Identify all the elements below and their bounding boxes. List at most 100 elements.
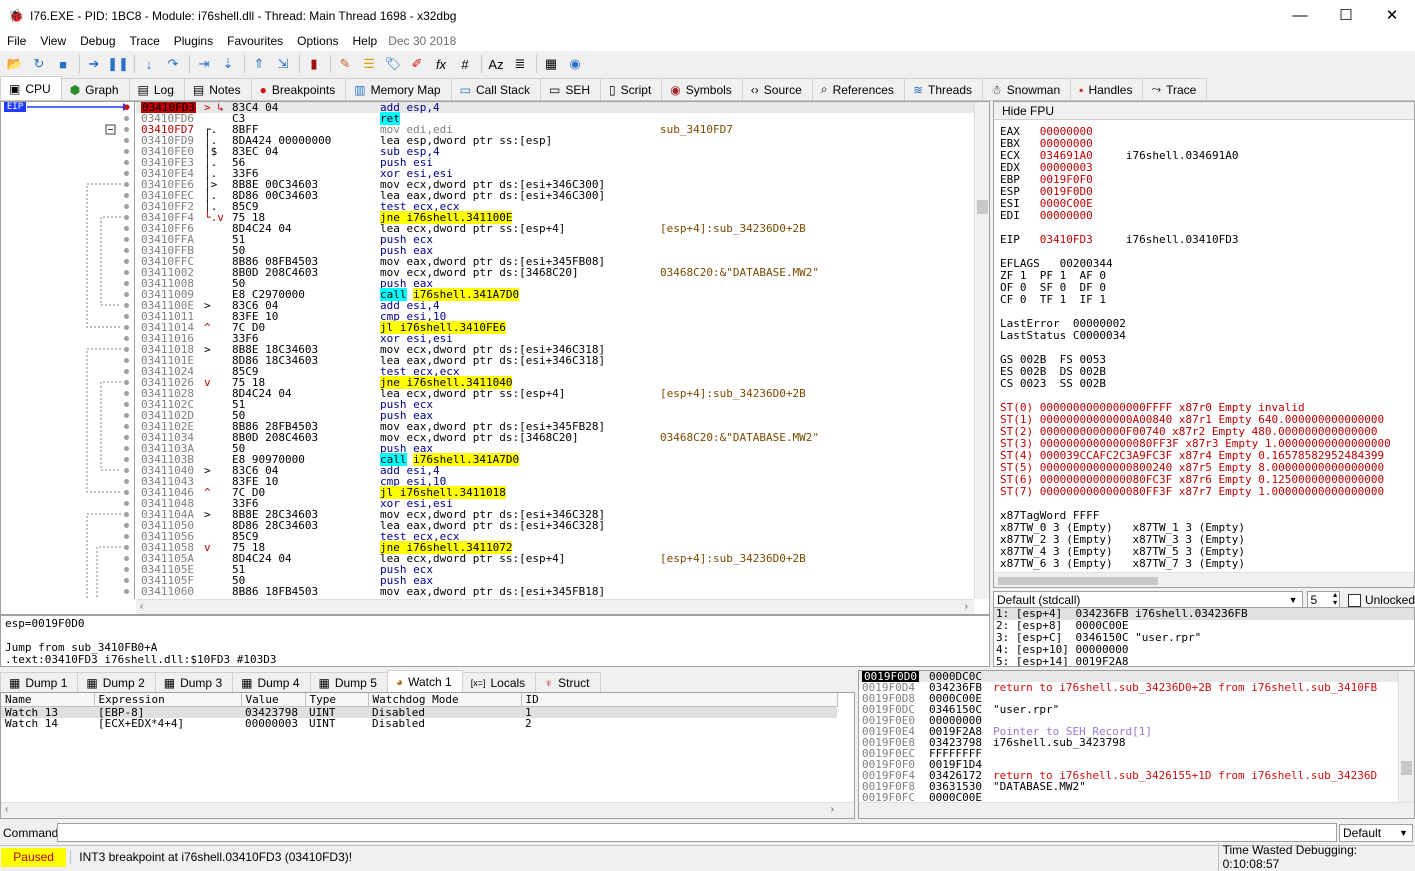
tab-graph[interactable]: ⬢ Graph bbox=[60, 78, 130, 100]
stack-hscroll[interactable] bbox=[859, 802, 1414, 818]
font-icon[interactable]: Aᴢ bbox=[485, 53, 507, 75]
tab-dump-2[interactable]: ▦ Dump 2 bbox=[77, 672, 156, 692]
breakpoint-dot[interactable] bbox=[124, 204, 129, 209]
hash-icon[interactable]: # bbox=[454, 53, 476, 75]
breakpoint-dot[interactable] bbox=[124, 512, 129, 517]
breakpoint-dot[interactable] bbox=[124, 160, 129, 165]
minimize-button[interactable]: — bbox=[1277, 0, 1323, 31]
breakpoint-dot[interactable] bbox=[124, 402, 129, 407]
breakpoint-dot[interactable] bbox=[124, 490, 129, 495]
run-icon[interactable]: ➔ bbox=[83, 53, 105, 75]
tab-source[interactable]: ‹› Source bbox=[741, 78, 813, 100]
tab-references[interactable]: ⌕ References bbox=[811, 78, 905, 100]
disassembly-listing[interactable]: 03410FD3 > ↳ 83C4 04 add esp,4 03410FD6 C3 ret… bbox=[136, 102, 974, 599]
calculator-icon[interactable]: ▦ bbox=[540, 53, 562, 75]
col-expression[interactable]: Expression bbox=[94, 693, 242, 707]
command-mode-select[interactable]: Default ▼ bbox=[1339, 823, 1413, 842]
breakpoint-dot[interactable] bbox=[124, 534, 129, 539]
register-eip[interactable]: EIP 03410FD3 i76shell.03410FD3 bbox=[994, 234, 1414, 246]
breakpoint-dot[interactable] bbox=[124, 215, 129, 220]
col-value[interactable]: Value bbox=[241, 693, 306, 707]
hide-fpu-button[interactable]: Hide FPU bbox=[994, 102, 1414, 120]
tab-snowman[interactable]: ☃ Snowman bbox=[982, 78, 1072, 100]
breakpoint-dot[interactable] bbox=[124, 435, 129, 440]
breakpoint-dot[interactable] bbox=[124, 391, 129, 396]
tab-dump-5[interactable]: ▦ Dump 5 bbox=[309, 672, 388, 692]
flags-row[interactable]: CF 0 TF 1 IF 1 bbox=[994, 294, 1414, 306]
disasm-vscroll[interactable] bbox=[974, 102, 989, 599]
regs-hscroll[interactable] bbox=[994, 572, 1414, 587]
disasm-row[interactable]: 03411060 8B86 18FB4503 mov eax,dword ptr d… bbox=[136, 586, 974, 597]
close-debuggee-icon[interactable]: ■ bbox=[52, 53, 74, 75]
tab-watch-1[interactable]: ◕ Watch 1 bbox=[386, 670, 463, 692]
breakpoint-dot[interactable] bbox=[124, 325, 129, 330]
tab-dump-4[interactable]: ▦ Dump 4 bbox=[232, 672, 311, 692]
register-edi[interactable]: EDI 00000000 bbox=[994, 210, 1414, 222]
tab-breakpoints[interactable]: ● Breakpoints bbox=[250, 78, 347, 100]
col-id[interactable]: ID bbox=[521, 693, 838, 707]
tab-script[interactable]: ▯ Script bbox=[600, 78, 663, 100]
breakpoint-dot[interactable] bbox=[124, 545, 129, 550]
tab-cpu[interactable]: ▣ CPU bbox=[0, 76, 62, 100]
breakpoint-dot[interactable] bbox=[124, 424, 129, 429]
breakpoint-dot[interactable] bbox=[124, 270, 129, 275]
scroll-left-icon[interactable]: ‹ bbox=[140, 601, 143, 612]
breakpoint-dot[interactable] bbox=[124, 589, 129, 594]
col-type[interactable]: Type bbox=[305, 693, 369, 707]
comments-icon[interactable]: ☰ bbox=[358, 53, 380, 75]
disasm-row[interactable]: 03411046 ^ 7C D0 jl i76shell.3411018 bbox=[136, 486, 974, 499]
breakpoint-dot[interactable] bbox=[124, 127, 129, 132]
disasm-row[interactable]: 03410FF6 8D4C24 04 lea ecx,dword ptr ss:[e… bbox=[136, 223, 974, 234]
disasm-row[interactable]: 03411050 8D86 28C34603 lea eax,dword ptr d… bbox=[136, 520, 974, 531]
tab-notes[interactable]: ▤ Notes bbox=[183, 78, 252, 100]
breakpoint-dot[interactable] bbox=[124, 138, 129, 143]
watch-hscroll[interactable]: ‹ › bbox=[1, 802, 854, 818]
step-over-icon[interactable]: ↷ bbox=[162, 53, 184, 75]
run-to-user-code-icon[interactable]: ⇲ bbox=[272, 53, 294, 75]
tab-locals[interactable]: [x=] Locals bbox=[461, 672, 537, 692]
breakpoint-dot[interactable] bbox=[124, 369, 129, 374]
disasm-row[interactable]: 0341102C 51 push ecx bbox=[136, 399, 974, 410]
disasm-hscroll[interactable]: ‹ › bbox=[136, 599, 974, 614]
tab-seh[interactable]: ▭ SEH bbox=[539, 78, 601, 100]
disasm-row[interactable]: 0341105A 8D4C24 04 lea ecx,dword ptr ss:[e… bbox=[136, 553, 974, 564]
breakpoint-dot[interactable] bbox=[124, 116, 129, 121]
disasm-row[interactable]: 0341105E 51 push ecx bbox=[136, 564, 974, 575]
disasm-row[interactable]: 03410FEC │. 8D86 00C34603 lea eax,dword ptr… bbox=[136, 190, 974, 201]
bookmarks-icon[interactable]: ✐ bbox=[406, 53, 428, 75]
tab-memory-map[interactable]: ▥ Memory Map bbox=[345, 78, 452, 100]
breakpoint-dot[interactable] bbox=[124, 281, 129, 286]
breakpoint-dot[interactable] bbox=[124, 523, 129, 528]
menu-options[interactable]: Options bbox=[290, 31, 345, 51]
tab-threads[interactable]: ≋ Threads bbox=[903, 78, 984, 100]
restart-icon[interactable]: ↻ bbox=[28, 53, 50, 75]
open-icon[interactable]: 📂 bbox=[4, 53, 26, 75]
pause-icon[interactable]: ❚❚ bbox=[107, 53, 129, 75]
execute-till-return-icon[interactable]: ⇑ bbox=[248, 53, 270, 75]
trace-over-icon[interactable]: ⇣ bbox=[217, 53, 239, 75]
breakpoint-dot[interactable] bbox=[124, 380, 129, 385]
menu-help[interactable]: Help bbox=[346, 31, 385, 51]
breakpoint-dot[interactable] bbox=[124, 193, 129, 198]
disasm-row[interactable]: 03411014 ^ 7C D0 jl i76shell.3410FE6 bbox=[136, 321, 974, 334]
tab-struct[interactable]: ♆ Struct bbox=[535, 672, 601, 692]
tab-dump-1[interactable]: ▦ Dump 1 bbox=[0, 672, 79, 692]
disasm-row[interactable]: 03410FD6 C3 ret bbox=[136, 112, 974, 125]
breakpoint-dot[interactable] bbox=[124, 446, 129, 451]
stack-panel[interactable]: 0019F0D0 0000DC0C 0019F0D4 034236FB return t… bbox=[858, 670, 1415, 819]
breakpoint-dot[interactable] bbox=[124, 171, 129, 176]
table-row[interactable]: Watch 14 [ECX+EDX*4+4] 00000003 UINT Disable… bbox=[1, 718, 837, 729]
breakpoint-dot[interactable] bbox=[124, 182, 129, 187]
disasm-row[interactable]: 03410FE0 │$ 83EC 04 sub esp,4 bbox=[136, 146, 974, 157]
scroll-right-icon[interactable]: › bbox=[965, 601, 968, 612]
breakpoint-dot[interactable] bbox=[124, 226, 129, 231]
register-list[interactable]: EAX 00000000 EBX 00000000 ECX 034691A0 i… bbox=[994, 126, 1414, 570]
fpu-st-7[interactable]: ST(7) 0000000000000080FF3F x87r7 Empty 1… bbox=[994, 486, 1414, 498]
breakpoint-dot[interactable] bbox=[124, 314, 129, 319]
patch-icon[interactable]: ✎ bbox=[334, 53, 356, 75]
breakpoint-dot[interactable] bbox=[124, 292, 129, 297]
unlocked-checkbox[interactable] bbox=[1348, 593, 1361, 607]
disasm-row[interactable]: 03410FD3 > ↳ 83C4 04 add esp,4 bbox=[136, 102, 974, 113]
col-watchdog-mode[interactable]: Watchdog Mode bbox=[368, 693, 522, 707]
menu-debug[interactable]: Debug bbox=[73, 31, 122, 51]
